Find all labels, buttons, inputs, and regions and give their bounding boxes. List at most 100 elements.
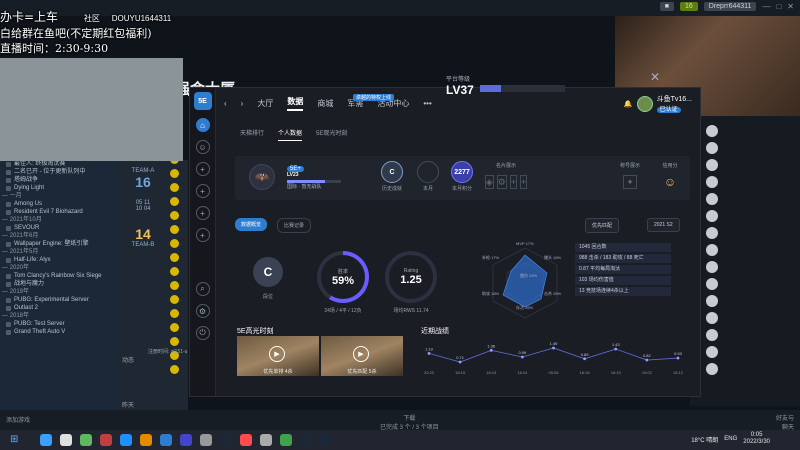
friend-avatar[interactable] <box>706 363 718 375</box>
taskbar-app-icon[interactable] <box>80 434 92 446</box>
taskbar-app-icon[interactable] <box>180 434 192 446</box>
taskbar-app-icon[interactable] <box>60 434 72 446</box>
add-icon[interactable]: + <box>195 206 210 220</box>
tab-data[interactable]: 数据 <box>287 96 304 111</box>
taskbar-app-icon[interactable] <box>320 434 332 446</box>
medal-icon[interactable]: ✦ <box>623 175 637 189</box>
add-icon[interactable]: + <box>195 162 210 176</box>
forward-icon[interactable]: › <box>241 99 244 108</box>
friend-avatar[interactable] <box>706 210 718 222</box>
clock[interactable]: 0:05 2022/3/30 <box>743 432 770 446</box>
taskbar-app-icon[interactable] <box>200 434 212 446</box>
friend-avatar[interactable] <box>706 227 718 239</box>
maximize-icon[interactable]: □ <box>776 2 781 11</box>
user-chip[interactable]: 🔔 斗鱼Tv16... 已认证 <box>624 94 692 113</box>
lang[interactable]: ENG <box>724 436 737 442</box>
friend-avatar[interactable] <box>706 261 718 273</box>
overview-button[interactable]: 数据概览 <box>235 218 268 231</box>
add-icon[interactable]: + <box>195 184 210 198</box>
recent-point[interactable] <box>552 346 555 350</box>
library-item[interactable]: Half-Life: Alyx <box>0 256 118 264</box>
library-item[interactable]: Outlast 2 <box>0 304 118 312</box>
taskbar-app-icon[interactable] <box>240 434 252 446</box>
gear-icon[interactable]: ⚙ <box>496 175 507 189</box>
friends-chat-button[interactable]: 好友与 聊天 <box>776 413 794 431</box>
library-item[interactable]: SEVOUR <box>0 224 118 232</box>
downloads[interactable]: 下载 已完成 3 个 / 3 个项目 <box>380 413 439 431</box>
library-item[interactable]: Dying Light <box>0 184 118 192</box>
library-item[interactable]: 最佳人: 终极淘汰赛 <box>0 160 118 168</box>
account-name[interactable]: Dreprr644311 <box>703 2 757 11</box>
weather[interactable]: 18°C 晴朗 <box>691 435 718 444</box>
avatar[interactable] <box>636 95 653 112</box>
play-icon[interactable]: ▶ <box>353 346 369 362</box>
add-icon[interactable]: + <box>509 175 517 189</box>
start-icon[interactable]: ⊞ <box>10 434 18 445</box>
friend-avatar[interactable] <box>706 244 718 256</box>
power-icon[interactable]: ⏻ <box>195 326 210 340</box>
close-icon[interactable]: ✕ <box>787 2 794 11</box>
friend-avatar[interactable] <box>706 159 718 171</box>
friend-avatar[interactable] <box>706 142 718 154</box>
friend-avatar[interactable] <box>706 346 718 358</box>
taskbar-app-icon[interactable] <box>220 434 232 446</box>
library-item[interactable]: Resident Evil 7 Biohazard <box>0 208 118 216</box>
recent-point[interactable] <box>614 347 618 351</box>
library-item[interactable]: Wallpaper Engine: 壁纸引擎 <box>0 240 118 248</box>
taskbar-app-icon[interactable] <box>160 434 172 446</box>
profile-item-achievement[interactable]: C 历史成就 <box>377 161 407 192</box>
library-item[interactable]: Among Us <box>0 200 118 208</box>
subtab-personal[interactable]: 个人数据 <box>278 128 303 141</box>
friend-avatar[interactable] <box>706 329 718 341</box>
close-icon[interactable]: ✕ <box>650 70 660 84</box>
library-item[interactable]: PUBG: Test Server <box>0 320 118 328</box>
taskbar-app-icon[interactable] <box>140 434 152 446</box>
recent-point[interactable] <box>645 358 649 362</box>
friend-avatar[interactable] <box>706 295 718 307</box>
minimize-icon[interactable]: — <box>762 2 770 11</box>
season-select[interactable]: 2021 S2 <box>647 218 680 232</box>
counter-pill[interactable]: 16 <box>679 2 698 11</box>
library-item[interactable]: PUBG: Experimental Server <box>0 296 118 304</box>
taskbar-app-icon[interactable] <box>120 434 132 446</box>
tab-lobby[interactable]: 大厅 <box>257 98 273 109</box>
recent-point[interactable] <box>583 357 587 361</box>
search-icon[interactable]: ⌕ <box>195 282 210 296</box>
library-item[interactable]: 战地与魔力 <box>0 280 118 288</box>
add-icon[interactable]: + <box>195 228 210 242</box>
friend-avatar[interactable] <box>706 176 718 188</box>
match-record-button[interactable]: 比赛记录 <box>277 218 312 233</box>
taskbar-app-icon[interactable] <box>40 434 52 446</box>
friend-avatar[interactable] <box>706 278 718 290</box>
friend-avatar[interactable] <box>706 193 718 205</box>
card-display[interactable]: 名片展示 ◈ ⚙ + + <box>484 162 528 189</box>
friend-icon[interactable]: ☺ <box>195 140 210 154</box>
back-icon[interactable]: ‹ <box>224 99 227 108</box>
friend-avatar[interactable] <box>706 125 718 137</box>
profile-item-month[interactable]: 本月 <box>413 161 443 192</box>
taskbar-app-icon[interactable] <box>300 434 312 446</box>
notification-pill[interactable]: ■ <box>659 2 674 11</box>
add-icon[interactable]: + <box>520 175 528 189</box>
tab-shop[interactable]: 商城 <box>317 98 333 109</box>
recent-point[interactable] <box>458 360 462 364</box>
bell-icon[interactable]: 🔔 <box>624 100 633 108</box>
mode-select[interactable]: 优先匹配 <box>585 218 620 233</box>
add-game-button[interactable]: 添加游戏 <box>6 415 30 424</box>
batman-avatar[interactable]: 🦇 <box>249 164 275 190</box>
taskbar-app-icon[interactable] <box>260 434 272 446</box>
play-icon[interactable]: ▶ <box>269 346 285 362</box>
recent-point[interactable] <box>520 355 524 359</box>
highlight-thumb[interactable]: ▶ 优先匹配 5杀 <box>321 336 403 376</box>
settings-icon[interactable]: ⚙ <box>195 304 210 318</box>
recent-point[interactable] <box>489 348 493 352</box>
library-item[interactable]: Grand Theft Auto V <box>0 328 118 336</box>
subtab-ladder[interactable]: 天梯排行 <box>240 128 264 141</box>
friend-avatar[interactable] <box>706 312 718 324</box>
recent-point[interactable] <box>427 351 431 355</box>
5e-logo[interactable]: 5E <box>193 92 212 110</box>
library-item[interactable]: Tom Clancy's Rainbow Six Siege <box>0 272 118 280</box>
library-item[interactable]: 二名已开 - 位于更新队列中 <box>0 168 118 176</box>
title-display[interactable]: 称号展示 ✦ <box>615 162 645 189</box>
tab-more[interactable]: ••• <box>423 99 431 108</box>
